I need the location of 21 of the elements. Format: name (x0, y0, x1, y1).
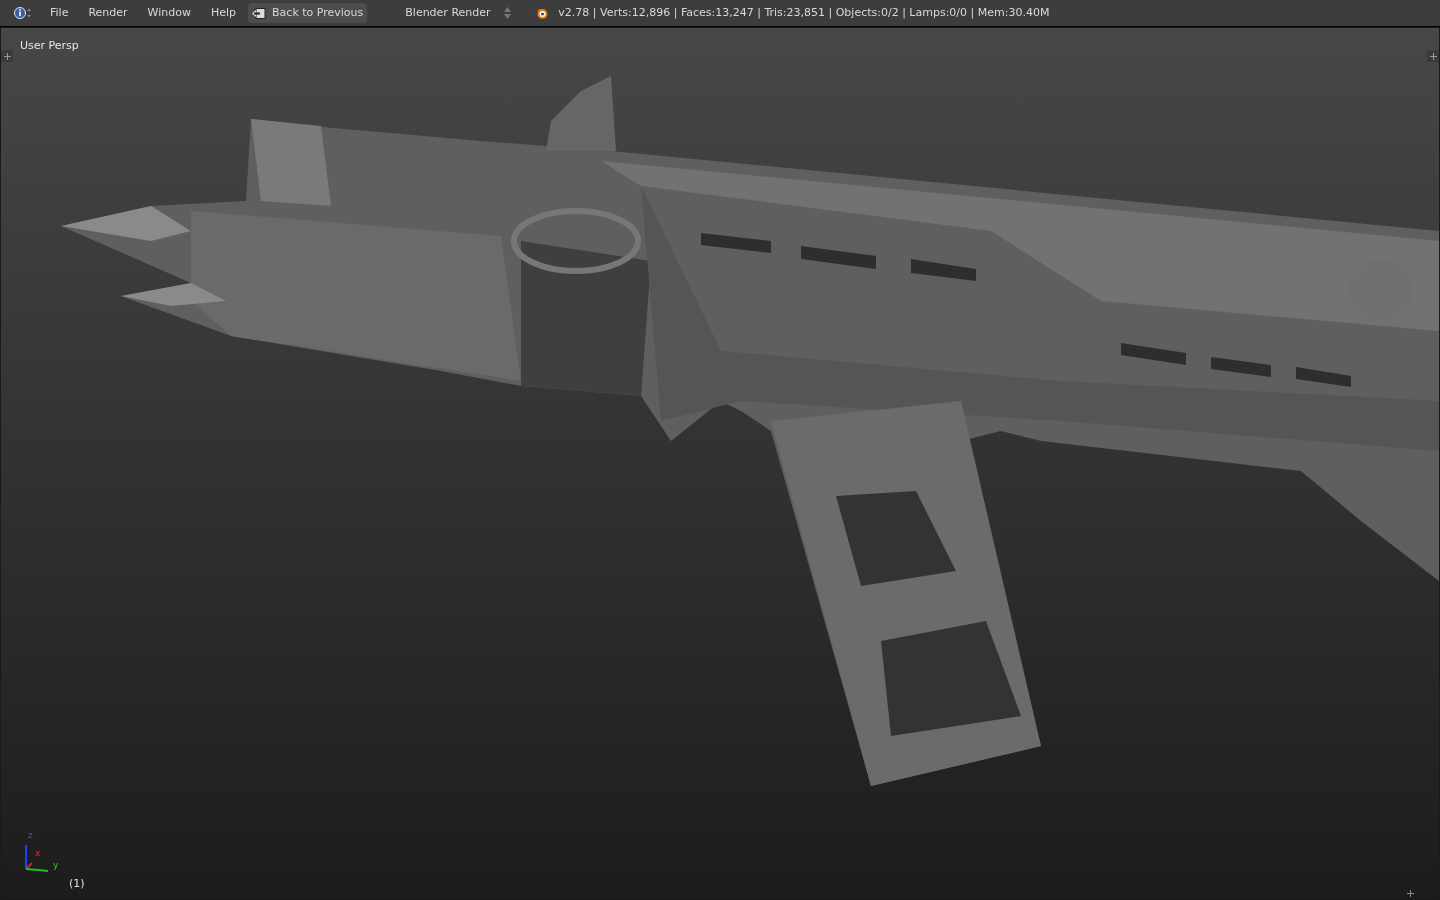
menu-item[interactable]: Window (139, 3, 199, 23)
render-engine-dropdown[interactable]: Blender Render (399, 3, 518, 23)
plus-icon (3, 52, 11, 60)
toolbar-toggle-button[interactable] (1, 50, 13, 62)
properties-toggle-button[interactable] (1427, 50, 1439, 62)
axis-gizmo-drawing (25, 844, 49, 872)
back-icon (252, 7, 267, 19)
menu-item[interactable]: Render (80, 3, 136, 23)
view-name: User Persp (20, 38, 79, 54)
frame-number: (1) (69, 875, 85, 892)
menu-item[interactable]: Help (202, 3, 245, 23)
menu-item[interactable]: File (42, 3, 77, 23)
plus-icon (1429, 52, 1437, 60)
plus-icon[interactable] (1407, 890, 1414, 897)
y-axis-label: y (53, 861, 59, 870)
x-axis-label: x (35, 849, 41, 858)
back-to-previous-button[interactable]: Back to Previous (248, 3, 368, 23)
info-icon (14, 6, 32, 20)
z-axis-label: z (28, 831, 33, 840)
up-down-arrows-icon (504, 7, 512, 19)
scene-statistics: v2.78 | Verts:12,896 | Faces:13,247 | Tris:23,851 | Objects:0/2 | Lamps:0/0 | Mem:30.40M (558, 4, 1050, 21)
